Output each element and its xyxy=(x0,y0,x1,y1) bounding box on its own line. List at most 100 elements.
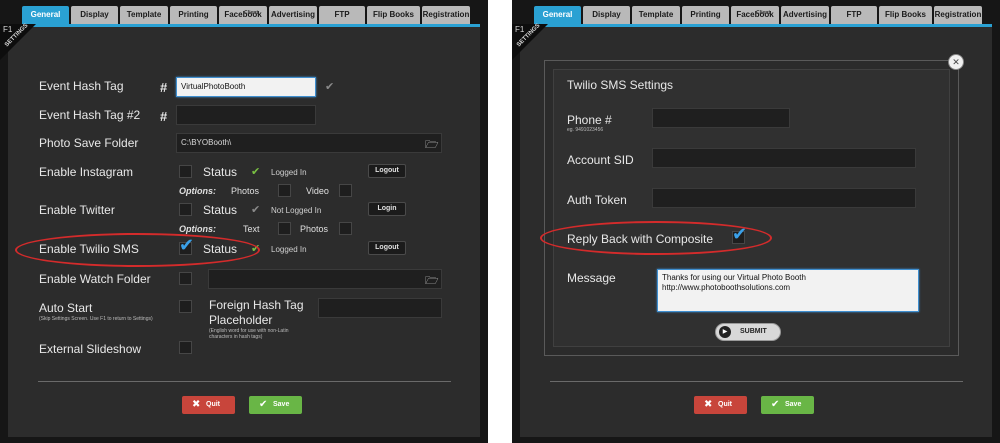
save-label: Save xyxy=(273,401,290,408)
close-icon: ✖ xyxy=(192,399,201,410)
tab-registration[interactable]: Registration xyxy=(422,6,470,24)
account-sid-label: Account SID xyxy=(567,153,634,167)
tab-display[interactable]: Display xyxy=(71,6,118,24)
quit-button[interactable]: ✖ Quit xyxy=(182,396,235,414)
tab-general[interactable]: General xyxy=(22,6,69,24)
corner-f1-label: F1 xyxy=(3,25,13,34)
tab-template[interactable]: Template xyxy=(632,6,680,24)
auto-start-note: (Skip Settings Screen. Use F1 to return … xyxy=(39,316,153,322)
foreign-hash-input[interactable] xyxy=(318,298,442,318)
tab-bar: General Display Template Printing Facebo… xyxy=(22,6,470,24)
enable-watch-folder-label: Enable Watch Folder xyxy=(39,272,151,286)
enable-twitter-label: Enable Twitter xyxy=(39,203,115,217)
twitter-status-label: Status xyxy=(203,203,238,217)
tab-facebook-client-badge: Client xyxy=(756,10,770,16)
auto-start-label: Auto Start xyxy=(39,301,93,315)
twitter-photos-checkbox[interactable] xyxy=(339,222,352,235)
tab-display[interactable]: Display xyxy=(583,6,630,24)
quit-button[interactable]: ✖ Quit xyxy=(694,396,747,414)
watch-folder-input[interactable] xyxy=(208,269,442,289)
play-icon: ▶ xyxy=(719,326,731,338)
save-button[interactable]: ✔ Save xyxy=(249,396,302,414)
enable-instagram-label: Enable Instagram xyxy=(39,165,134,179)
divider xyxy=(38,381,451,382)
twitter-state-text: Not Logged In xyxy=(271,206,322,215)
checkmark-icon: ✔ xyxy=(259,399,268,410)
tab-general[interactable]: General xyxy=(534,6,581,24)
auto-start-checkbox[interactable] xyxy=(179,300,192,313)
auth-token-input[interactable] xyxy=(652,188,916,208)
event-hash-tag-input[interactable]: VirtualPhotoBooth xyxy=(176,77,316,97)
enable-watch-folder-checkbox[interactable] xyxy=(179,272,192,285)
tab-printing[interactable]: Printing xyxy=(170,6,217,24)
quit-label: Quit xyxy=(718,401,732,408)
enable-twitter-checkbox[interactable] xyxy=(179,203,192,216)
twitter-text-label: Text xyxy=(243,224,260,234)
foreign-hash-placeholder-label: Placeholder xyxy=(209,313,273,327)
twitter-options-label: Options: xyxy=(179,224,216,234)
highlight-ellipse-twilio xyxy=(15,233,260,267)
submit-label: SUBMIT xyxy=(740,328,767,335)
folder-browse-icon[interactable]: 🗁 xyxy=(425,136,439,155)
close-dialog-button[interactable]: ✕ xyxy=(948,54,964,70)
instagram-logged-in-icon: ✔ xyxy=(251,166,261,178)
twilio-state-text: Logged In xyxy=(271,245,307,254)
instagram-options-label: Options: xyxy=(179,186,216,196)
message-label: Message xyxy=(567,271,616,285)
tab-registration[interactable]: Registration xyxy=(934,6,982,24)
tab-facebook-client-badge: Client xyxy=(244,10,258,16)
divider xyxy=(550,381,963,382)
instagram-status-label: Status xyxy=(203,165,238,179)
tab-printing[interactable]: Printing xyxy=(682,6,729,24)
message-line-1: Thanks for using our Virtual Photo Booth xyxy=(662,273,806,282)
phone-label: Phone # xyxy=(567,113,612,127)
instagram-video-checkbox[interactable] xyxy=(339,184,352,197)
tab-ftp[interactable]: FTP xyxy=(831,6,877,24)
tab-template[interactable]: Template xyxy=(120,6,168,24)
photo-save-folder-label: Photo Save Folder xyxy=(39,136,139,150)
enable-instagram-checkbox[interactable] xyxy=(179,165,192,178)
phone-example-text: eg. 9491023456 xyxy=(567,127,604,133)
twilio-logout-button[interactable]: Logout xyxy=(368,241,406,255)
event-hash-tag2-input[interactable] xyxy=(176,105,316,125)
save-label: Save xyxy=(785,401,802,408)
tab-advertising[interactable]: Advertising xyxy=(269,6,317,24)
checkmark-icon: ✔ xyxy=(771,399,780,410)
account-sid-input[interactable] xyxy=(652,148,916,168)
twitter-login-button[interactable]: Login xyxy=(368,202,406,216)
instagram-photos-label: Photos xyxy=(231,186,260,196)
foreign-hash-note2: characters in hash tags) xyxy=(209,334,263,340)
general-settings-panel: General Display Template Printing Facebo… xyxy=(0,0,488,443)
message-line-2: http://www.photoboothsolutions.com xyxy=(662,283,791,292)
external-slideshow-label: External Slideshow xyxy=(39,342,142,356)
twilio-dialog-title: Twilio SMS Settings xyxy=(567,78,674,92)
close-icon: ✖ xyxy=(704,399,713,410)
tab-advertising[interactable]: Advertising xyxy=(781,6,829,24)
save-button[interactable]: ✔ Save xyxy=(761,396,814,414)
event-hash-tag-label: Event Hash Tag xyxy=(39,79,124,93)
phone-input[interactable] xyxy=(652,108,790,128)
tab-flip-books[interactable]: Flip Books xyxy=(879,6,932,24)
submit-button[interactable]: ▶ SUBMIT xyxy=(715,323,781,341)
tab-flip-books[interactable]: Flip Books xyxy=(367,6,420,24)
tab-facebook[interactable]: Facebook Client xyxy=(731,6,779,24)
twitter-text-checkbox[interactable] xyxy=(278,222,291,235)
photo-save-folder-input[interactable]: C:\BYOBooth\ xyxy=(176,133,442,153)
event-hash-tag2-label: Event Hash Tag #2 xyxy=(39,108,141,122)
message-textarea[interactable]: Thanks for using our Virtual Photo Booth… xyxy=(657,269,919,312)
instagram-logout-button[interactable]: Logout xyxy=(368,164,406,178)
auth-token-label: Auth Token xyxy=(567,193,627,207)
twitter-photos-label: Photos xyxy=(300,224,329,234)
tab-ftp[interactable]: FTP xyxy=(319,6,365,24)
watch-folder-browse-icon[interactable]: 🗁 xyxy=(425,272,439,291)
twitter-status-icon: ✔ xyxy=(251,204,261,216)
twilio-settings-panel: General Display Template Printing Facebo… xyxy=(512,0,1000,443)
instagram-state-text: Logged In xyxy=(271,168,307,177)
external-slideshow-checkbox[interactable] xyxy=(179,341,192,354)
instagram-photos-checkbox[interactable] xyxy=(278,184,291,197)
quit-label: Quit xyxy=(206,401,220,408)
tab-facebook[interactable]: Facebook Client xyxy=(219,6,267,24)
hash-tag-valid-icon: ✔ xyxy=(325,81,335,93)
instagram-video-label: Video xyxy=(306,186,329,196)
event-hash-symbol: # xyxy=(160,80,168,95)
